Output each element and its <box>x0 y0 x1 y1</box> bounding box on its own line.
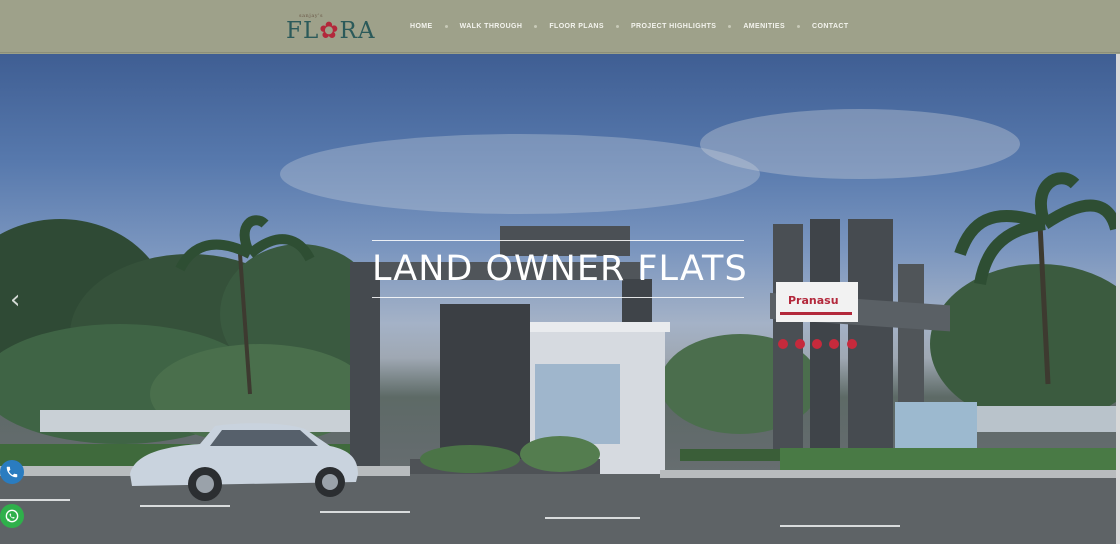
hero-slider: Pranasu ‹ LAND OWNER FLATS <box>0 54 1116 544</box>
nav-floor-plans[interactable]: Floor Plans <box>549 23 604 30</box>
nav-contact[interactable]: Contact <box>812 23 849 30</box>
slider-prev-arrow[interactable]: ‹ <box>10 286 26 314</box>
logo-wordmark: FL✿RA <box>286 18 376 44</box>
site-header: sanjay's FL✿RA Home Walk Through Floor P… <box>0 0 1120 53</box>
phone-call-button[interactable] <box>0 460 24 484</box>
flower-icon: ✿ <box>319 18 340 44</box>
nav-separator <box>797 25 801 28</box>
project-signage: Pranasu <box>788 294 839 307</box>
whatsapp-icon <box>5 509 19 523</box>
main-nav: Home Walk Through Floor Plans Project Hi… <box>410 23 849 30</box>
hero-background-image: Pranasu <box>0 109 1116 544</box>
nav-separator <box>728 25 732 28</box>
flora-logo[interactable]: sanjay's FL✿RA <box>286 10 376 46</box>
phone-icon <box>6 466 18 478</box>
hero-caption: LAND OWNER FLATS <box>372 240 748 298</box>
nav-amenities[interactable]: Amenities <box>743 23 785 30</box>
caption-bottom-rule <box>372 297 744 298</box>
whatsapp-button[interactable] <box>0 504 24 528</box>
nav-separator <box>534 25 538 28</box>
nav-separator <box>615 25 619 28</box>
nav-walk-through[interactable]: Walk Through <box>460 23 523 30</box>
nav-project-highlights[interactable]: Project Highlights <box>631 23 716 30</box>
hero-title: LAND OWNER FLATS <box>372 249 748 289</box>
scrollbar[interactable] <box>1116 54 1120 544</box>
nav-separator <box>444 25 448 28</box>
nav-home[interactable]: Home <box>410 23 433 30</box>
